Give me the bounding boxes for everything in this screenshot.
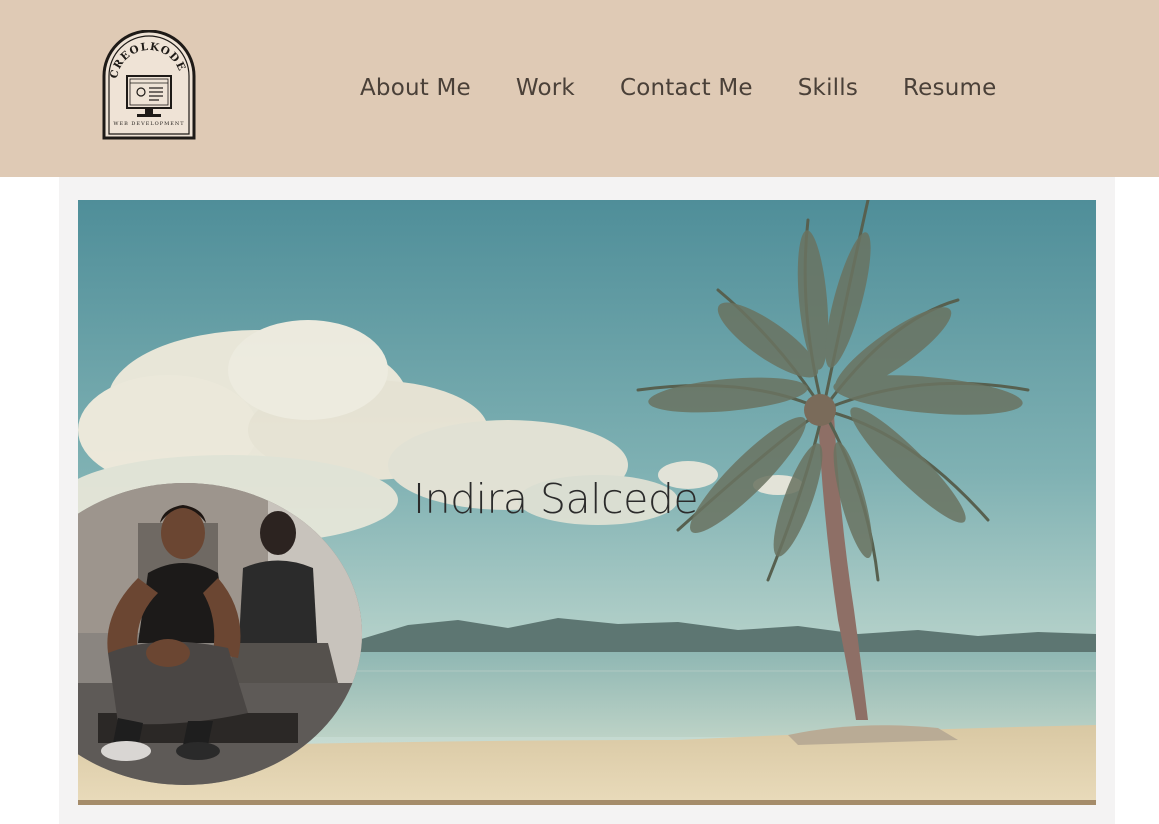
nav-about-me[interactable]: About Me xyxy=(360,72,471,104)
creolkode-logo[interactable]: CREOLKODE WEB DEVELOPMENT xyxy=(101,29,197,142)
nav-contact-me[interactable]: Contact Me xyxy=(620,72,753,104)
nav-resume[interactable]: Resume xyxy=(903,72,996,104)
hero-banner: Indira Salcede xyxy=(78,200,1096,805)
profile-photo xyxy=(78,483,362,785)
hero-name-heading: Indira Salcede xyxy=(413,475,699,523)
site-header: CREOLKODE WEB DEVELOPMENT About Me Work … xyxy=(0,0,1159,177)
main-nav: About Me Work Contact Me Skills Resume xyxy=(360,72,996,104)
nav-work[interactable]: Work xyxy=(516,72,575,104)
nav-skills[interactable]: Skills xyxy=(798,72,858,104)
svg-text:WEB DEVELOPMENT: WEB DEVELOPMENT xyxy=(113,121,184,127)
